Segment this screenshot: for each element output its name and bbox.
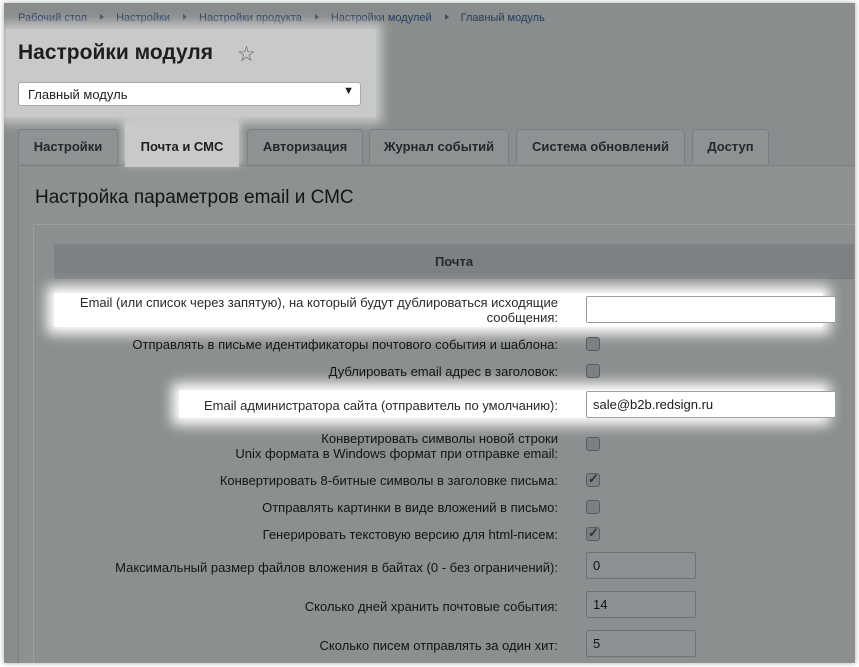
- keep-days-label: Сколько дней хранить почтовые события:: [304, 599, 558, 614]
- dup-email-label-line2: сообщения:: [486, 310, 558, 325]
- keep-days-input[interactable]: 14: [586, 591, 696, 618]
- dup-email-label: Email (или список через запятую), на кот…: [80, 295, 558, 325]
- per-hit-label: Сколько писем отправлять за один хит:: [319, 638, 558, 653]
- max-attach-input[interactable]: 0: [586, 552, 696, 579]
- breadcrumb-separator-icon: [183, 14, 187, 20]
- attach-images-label: Отправлять картинки в виде вложений в пи…: [262, 500, 558, 515]
- star-icon[interactable]: ☆: [237, 42, 256, 67]
- checkmark-icon: ✓: [588, 525, 599, 540]
- section-header: Почта: [54, 244, 854, 279]
- admin-email-input[interactable]: sale@b2b.redsign.ru: [586, 391, 836, 418]
- breadcrumb-settings[interactable]: Настройки: [116, 12, 170, 24]
- dropdown-arrow-icon: ▼: [343, 85, 354, 97]
- checkmark-icon: ✓: [588, 471, 599, 486]
- breadcrumb: Рабочий стол Настройки Настройки продукта Н…: [18, 12, 545, 24]
- tab-authorization[interactable]: Авторизация: [247, 129, 363, 164]
- settings-panel: Настройка параметров email и СМС Почта E…: [18, 165, 855, 663]
- convert-newline-checkbox[interactable]: [586, 437, 600, 451]
- dup-email-input[interactable]: [586, 296, 836, 323]
- breadcrumb-separator-icon: [314, 14, 319, 20]
- tab-settings[interactable]: Настройки: [18, 129, 118, 164]
- dup-header-label: Дублировать email адрес в заголовок:: [328, 364, 558, 379]
- per-hit-input[interactable]: 5: [586, 630, 696, 657]
- tab-access[interactable]: Доступ: [692, 129, 769, 164]
- breadcrumb-product-settings[interactable]: Настройки продукта: [199, 12, 302, 24]
- panel-inner: Почта Email (или список через запятую), …: [33, 224, 855, 663]
- module-select[interactable]: Главный модуль ▼: [18, 82, 361, 106]
- send-ids-checkbox[interactable]: [586, 337, 600, 351]
- breadcrumb-module-settings[interactable]: Настройки модулей: [331, 12, 432, 24]
- convert-newline-label: Конвертировать символы новой строки Unix…: [235, 431, 558, 461]
- convert-8bit-label: Конвертировать 8-битные символы в заголо…: [219, 473, 558, 488]
- convert-newline-label-line2: Unix формата в Windows формат при отправ…: [235, 446, 558, 461]
- breadcrumb-main-module[interactable]: Главный модуль: [461, 12, 545, 24]
- text-version-label: Генерировать текстовую версию для html-п…: [262, 527, 558, 542]
- attach-images-checkbox[interactable]: [586, 500, 600, 514]
- tab-event-log[interactable]: Журнал событий: [369, 129, 509, 164]
- tab-update-system[interactable]: Система обновлений: [516, 129, 685, 164]
- text-version-checkbox[interactable]: ✓: [586, 525, 600, 541]
- convert-newline-label-line1: Конвертировать символы новой строки: [321, 431, 558, 446]
- section-label: Почта: [434, 254, 474, 269]
- page-title: Настройки модуля: [18, 41, 214, 64]
- dup-header-checkbox[interactable]: [586, 364, 600, 378]
- max-attach-label: Максимальный размер файлов вложения в ба…: [115, 560, 558, 575]
- module-select-value: Главный модуль: [28, 87, 128, 102]
- send-ids-label: Отправлять в письме идентификаторы почто…: [132, 337, 558, 352]
- tab-mail-sms[interactable]: Почта и СМС: [125, 122, 239, 167]
- module-settings-window: Рабочий стол Настройки Настройки продукта Н…: [4, 3, 855, 663]
- breadcrumb-desktop[interactable]: Рабочий стол: [18, 12, 87, 24]
- panel-title: Настройка параметров email и СМС: [35, 187, 354, 208]
- dup-email-label-line1: Email (или список через запятую), на кот…: [79, 295, 558, 310]
- convert-8bit-checkbox[interactable]: ✓: [586, 471, 600, 487]
- admin-email-label: Email администратора сайта (отправитель …: [204, 398, 558, 413]
- breadcrumb-separator-icon: [444, 14, 449, 20]
- breadcrumb-separator-icon: [100, 14, 105, 20]
